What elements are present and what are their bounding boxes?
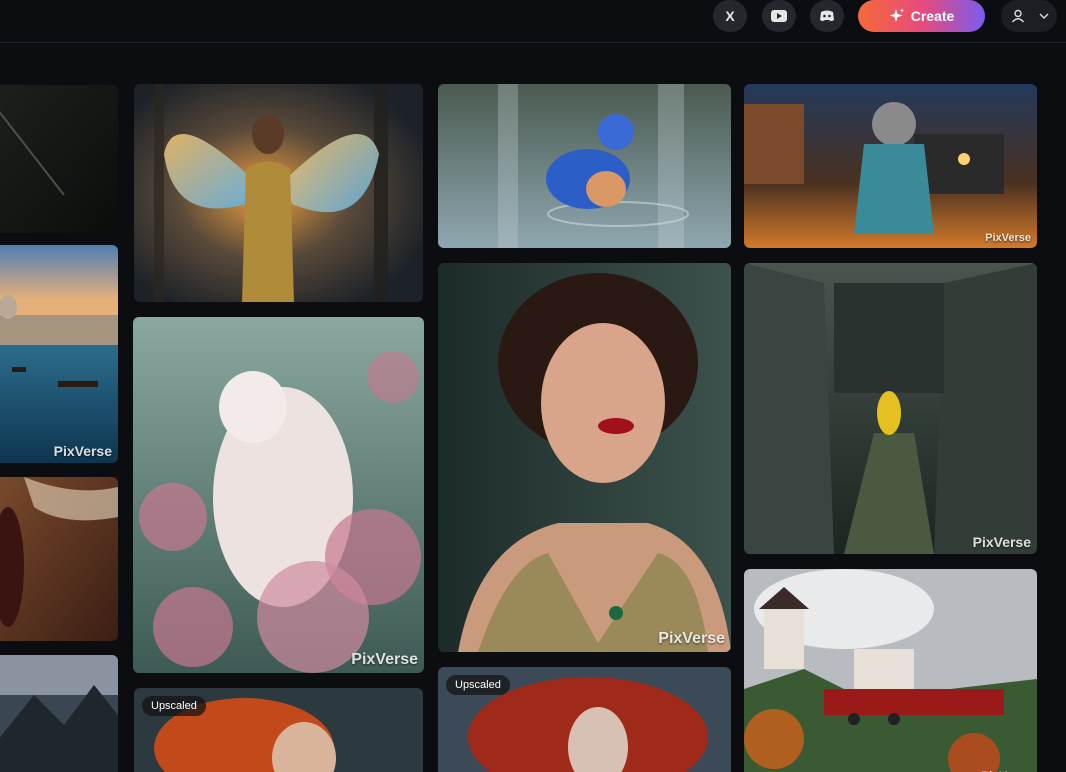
gallery-card-pink-bird[interactable]: PixVerse — [133, 317, 424, 673]
create-button[interactable]: Create — [858, 0, 985, 32]
card-image — [744, 84, 1037, 248]
card-image — [0, 245, 118, 463]
upscaled-badge: Upscaled — [446, 675, 510, 695]
card-image — [744, 569, 1037, 772]
gallery-card-cat-dancer[interactable]: PixVerse — [744, 84, 1037, 248]
gallery-card-venice[interactable]: PixVerse — [0, 245, 118, 463]
chevron-down-icon — [1039, 13, 1049, 19]
gallery-card-fairy[interactable] — [134, 84, 423, 302]
pixverse-watermark: PixVerse — [53, 443, 112, 459]
gallery-grid: PixVerse PixVerse Upscaled PixVerse Upsc… — [0, 43, 1066, 772]
gallery-card-beach[interactable] — [0, 477, 118, 641]
create-label: Create — [910, 8, 955, 24]
discord-button[interactable] — [810, 0, 844, 32]
discord-icon — [820, 10, 834, 21]
gallery-card-yellow-raincoat[interactable]: PixVerse — [744, 263, 1037, 554]
pixverse-watermark: PixVerse — [351, 651, 418, 668]
gallery-card-redhead-underwater[interactable]: Upscaled — [438, 667, 731, 772]
card-image — [438, 84, 731, 248]
card-image — [0, 477, 118, 641]
youtube-icon — [771, 10, 787, 22]
card-image — [744, 263, 1037, 554]
x-social-button[interactable]: X — [713, 0, 747, 32]
youtube-button[interactable] — [762, 0, 796, 32]
user-menu[interactable] — [1001, 0, 1057, 32]
card-image — [0, 85, 118, 233]
gallery-card-bluebird[interactable] — [438, 84, 731, 248]
gallery-card-dark-scene[interactable] — [0, 85, 118, 233]
x-icon: X — [725, 8, 735, 24]
card-image — [134, 84, 423, 302]
card-image — [133, 317, 424, 673]
gallery-card-mountains[interactable] — [0, 655, 118, 772]
gallery-card-train-village[interactable]: PixVerse — [744, 569, 1037, 772]
card-image — [0, 655, 118, 772]
card-image — [438, 263, 731, 652]
sparkle-icon — [889, 8, 905, 22]
gallery-card-woman-portrait[interactable]: PixVerse — [438, 263, 731, 652]
top-bar: X Create — [0, 0, 1066, 43]
pixverse-watermark: PixVerse — [658, 630, 725, 647]
pixverse-watermark: PixVerse — [985, 232, 1031, 244]
upscaled-badge: Upscaled — [142, 696, 206, 716]
user-icon — [1011, 9, 1025, 23]
pixverse-watermark: PixVerse — [972, 534, 1031, 550]
gallery-card-redhead-water[interactable]: Upscaled — [134, 688, 423, 772]
